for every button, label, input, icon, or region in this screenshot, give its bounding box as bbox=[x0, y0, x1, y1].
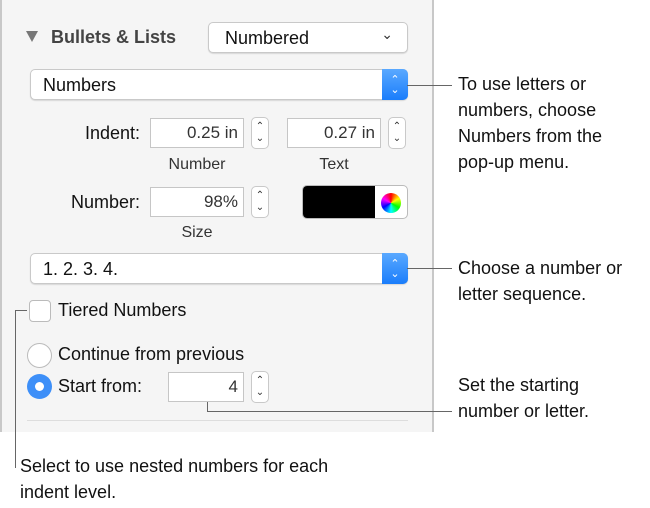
number-caption: Number bbox=[168, 156, 226, 173]
list-type-popup[interactable]: Numbers ⌃ ⌄ bbox=[30, 69, 408, 100]
section-title: Bullets & Lists bbox=[51, 27, 177, 47]
number-indent-stepper[interactable]: ⌃ ⌄ bbox=[251, 117, 269, 149]
tiered-numbers-checkbox[interactable] bbox=[29, 300, 51, 322]
callout-start-from: Set the starting number or letter. bbox=[458, 375, 590, 421]
list-style-dropdown[interactable]: Numbered ⌄ bbox=[208, 22, 408, 53]
divider bbox=[27, 420, 408, 421]
number-indent-field[interactable]: 0.25 in bbox=[150, 118, 244, 148]
continue-radio[interactable] bbox=[27, 343, 52, 368]
list-type-value: Numbers bbox=[43, 75, 117, 95]
callout-sequence: Choose a number or letter sequence. bbox=[458, 258, 623, 304]
number-size-stepper[interactable]: ⌃ ⌄ bbox=[251, 186, 269, 218]
callout-list-type: To use letters or numbers, choose Number… bbox=[458, 74, 603, 172]
text-indent-field[interactable]: 0.27 in bbox=[287, 118, 381, 148]
size-caption: Size bbox=[181, 224, 213, 241]
list-style-value: Numbered bbox=[225, 28, 310, 48]
start-from-field[interactable]: 4 bbox=[168, 372, 244, 402]
inspector-panel: Bullets & Lists Numbered ⌄ Numbers ⌃ ⌄ In… bbox=[0, 0, 434, 432]
chevron-down-icon: ⌄ bbox=[381, 26, 393, 42]
color-well[interactable] bbox=[302, 185, 408, 219]
number-size-field[interactable]: 98% bbox=[150, 187, 244, 217]
tiered-numbers-label: Tiered Numbers bbox=[58, 300, 187, 320]
start-from-radio[interactable] bbox=[27, 374, 52, 399]
text-caption: Text bbox=[319, 156, 349, 173]
continue-label: Continue from previous bbox=[58, 344, 245, 364]
number-size-label: Number: bbox=[70, 192, 140, 212]
sequence-value: 1. 2. 3. 4. bbox=[43, 259, 119, 279]
disclosure-triangle-icon[interactable] bbox=[26, 31, 38, 42]
indent-label: Indent: bbox=[84, 123, 140, 143]
color-swatch bbox=[303, 186, 375, 218]
callout-tiered: Select to use nested numbers for each in… bbox=[20, 456, 329, 502]
start-from-label: Start from: bbox=[58, 376, 143, 396]
sequence-popup[interactable]: 1. 2. 3. 4. ⌃ ⌄ bbox=[30, 253, 408, 284]
start-from-stepper[interactable]: ⌃ ⌄ bbox=[251, 371, 269, 403]
up-down-arrows-icon: ⌃ ⌄ bbox=[382, 253, 408, 284]
up-down-arrows-icon: ⌃ ⌄ bbox=[382, 69, 408, 100]
color-wheel-icon[interactable] bbox=[381, 193, 401, 213]
text-indent-stepper[interactable]: ⌃ ⌄ bbox=[388, 117, 406, 149]
